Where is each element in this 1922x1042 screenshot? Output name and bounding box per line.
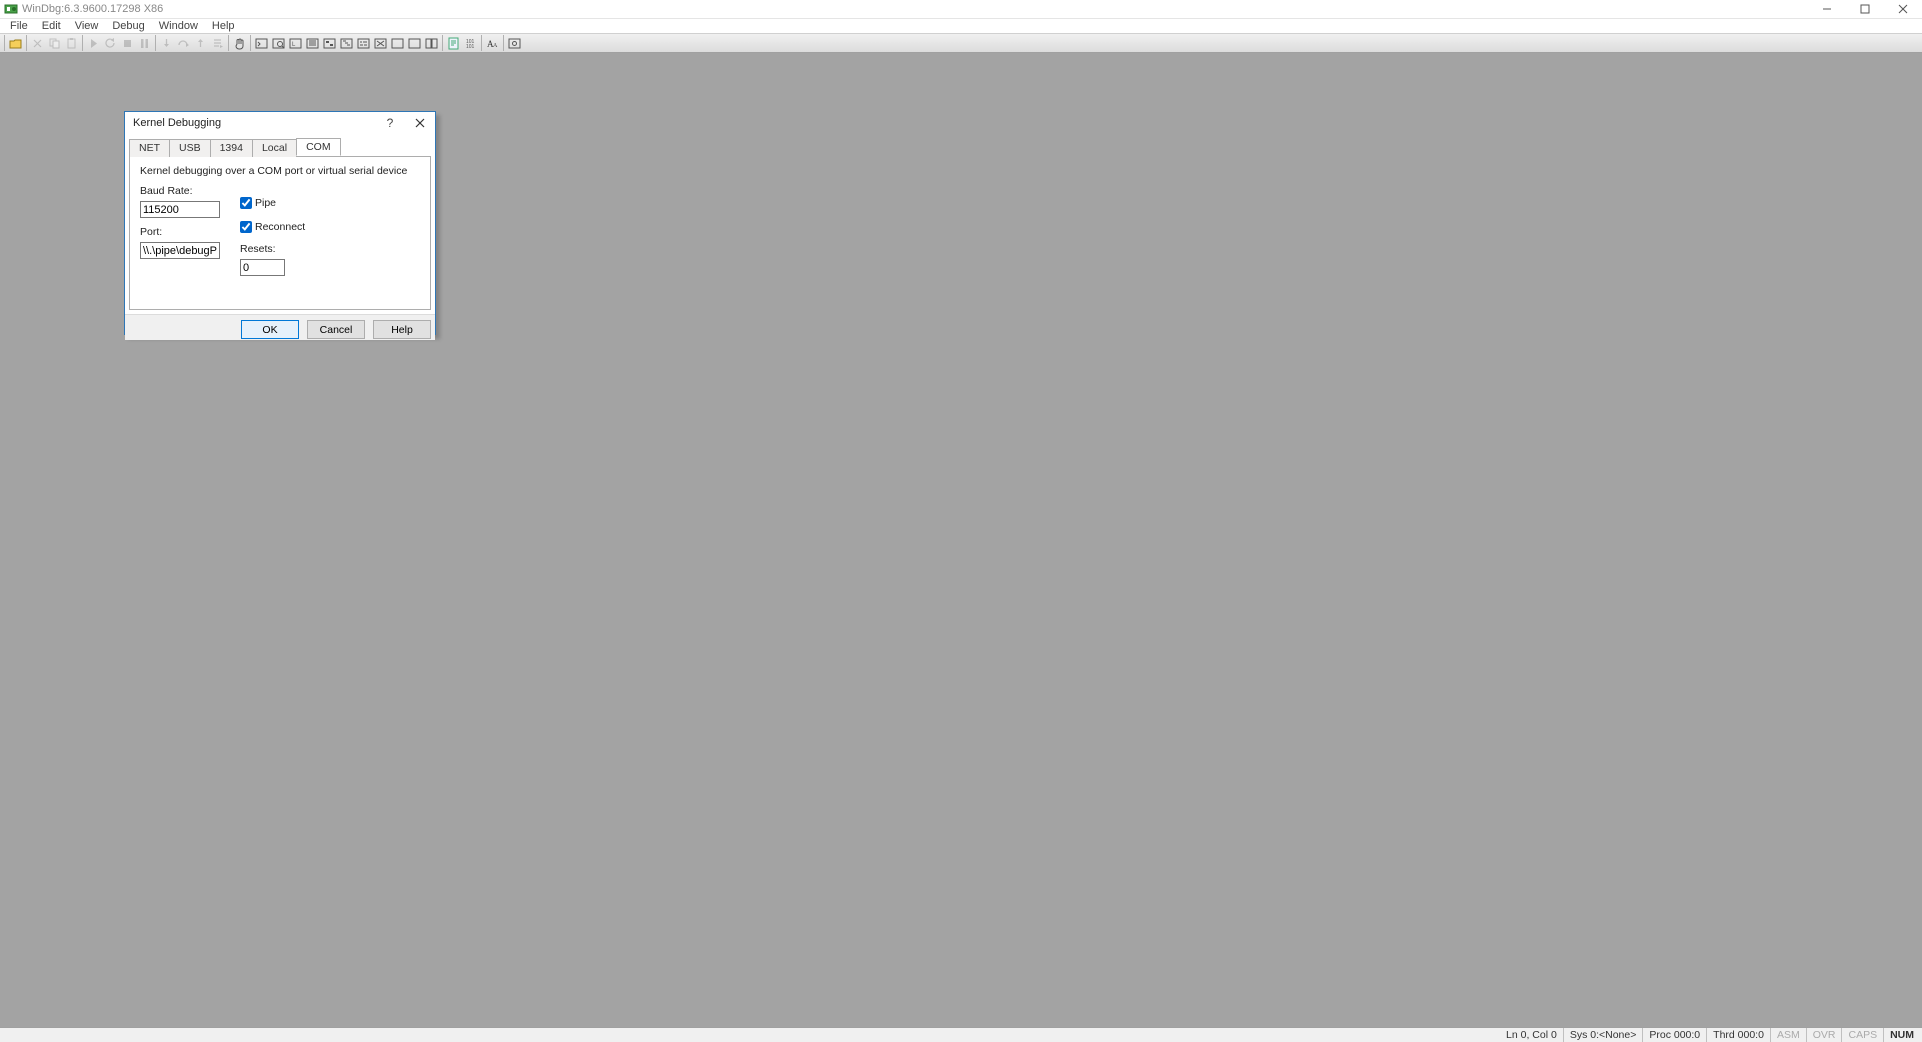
dialog-body: NET USB 1394 Local COM Kernel debugging …: [125, 138, 435, 314]
status-thrd: Thrd 000:0: [1706, 1028, 1770, 1042]
col-left: Baud Rate: Port:: [140, 185, 220, 276]
hand-icon[interactable]: [231, 35, 248, 52]
source-mode-icon[interactable]: [445, 35, 462, 52]
window-blank1-icon[interactable]: [389, 35, 406, 52]
menu-edit[interactable]: Edit: [36, 19, 67, 34]
tool-separator: [250, 35, 251, 51]
copy-icon: [46, 35, 63, 52]
tab-net[interactable]: NET: [129, 139, 170, 157]
tab-1394[interactable]: 1394: [210, 139, 253, 157]
reconnect-checkbox[interactable]: [240, 221, 252, 233]
restart-icon: [102, 35, 119, 52]
maximize-button[interactable]: [1846, 0, 1884, 19]
port-input[interactable]: [140, 242, 220, 259]
tool-separator: [155, 35, 156, 51]
close-button[interactable]: [1884, 0, 1922, 19]
step-out-icon: [192, 35, 209, 52]
tab-local[interactable]: Local: [252, 139, 297, 157]
port-label: Port:: [140, 226, 220, 238]
tab-usb[interactable]: USB: [169, 139, 211, 157]
run-to-cursor-icon: [209, 35, 226, 52]
baud-rate-label: Baud Rate:: [140, 185, 220, 197]
pipe-checkbox[interactable]: [240, 197, 252, 209]
window-blank2-icon[interactable]: [406, 35, 423, 52]
stop-icon: [119, 35, 136, 52]
cancel-button[interactable]: Cancel: [307, 320, 365, 339]
app-icon: [4, 2, 18, 16]
status-proc: Proc 000:0: [1642, 1028, 1706, 1042]
tool-separator: [228, 35, 229, 51]
dialog-button-row: OK Cancel Help: [125, 314, 435, 340]
tool-separator: [442, 35, 443, 51]
status-ln-col: Ln 0, Col 0: [1500, 1028, 1563, 1042]
title-bar: WinDbg:6.3.9600.17298 X86: [0, 0, 1922, 19]
form-row: Baud Rate: Port: Pipe Reconnect Resets:: [140, 185, 420, 276]
step-over-icon: [175, 35, 192, 52]
svg-text:101: 101: [466, 44, 475, 50]
status-bar: Ln 0, Col 0 Sys 0:<None> Proc 000:0 Thrd…: [0, 1027, 1922, 1042]
col-right: Pipe Reconnect Resets:: [240, 195, 305, 276]
dialog-title-controls: ?: [375, 112, 435, 134]
menu-view[interactable]: View: [69, 19, 105, 34]
window-controls: [1808, 0, 1922, 19]
locals-window-icon[interactable]: L: [287, 35, 304, 52]
toolbar: L 101101 AA: [0, 34, 1922, 53]
reconnect-checkbox-row[interactable]: Reconnect: [240, 221, 305, 233]
svg-text:A: A: [493, 43, 498, 49]
dialog-tabs: NET USB 1394 Local COM: [129, 138, 431, 156]
resets-label: Resets:: [240, 243, 305, 255]
dialog-title-text: Kernel Debugging: [133, 117, 221, 129]
status-sys: Sys 0:<None>: [1563, 1028, 1643, 1042]
tab-com[interactable]: COM: [296, 138, 341, 156]
tab-panel-com: Kernel debugging over a COM port or virt…: [129, 156, 431, 310]
memory-window-icon[interactable]: [321, 35, 338, 52]
status-caps: CAPS: [1841, 1028, 1883, 1042]
break-icon: [136, 35, 153, 52]
tool-separator: [481, 35, 482, 51]
tool-separator: [82, 35, 83, 51]
menu-file[interactable]: File: [4, 19, 34, 34]
tool-separator: [503, 35, 504, 51]
status-ovr: OVR: [1806, 1028, 1842, 1042]
options-icon[interactable]: [506, 35, 523, 52]
watch-window-icon[interactable]: [270, 35, 287, 52]
status-asm: ASM: [1770, 1028, 1806, 1042]
font-icon[interactable]: AA: [484, 35, 501, 52]
menu-debug[interactable]: Debug: [106, 19, 150, 34]
menu-help[interactable]: Help: [206, 19, 241, 34]
status-num: NUM: [1883, 1028, 1920, 1042]
reconnect-label: Reconnect: [255, 221, 305, 233]
kernel-debugging-dialog: Kernel Debugging ? NET USB 1394 Local CO…: [124, 111, 436, 335]
window-tile-icon[interactable]: [423, 35, 440, 52]
registers-window-icon[interactable]: [304, 35, 321, 52]
menu-window[interactable]: Window: [153, 19, 204, 34]
tab-description: Kernel debugging over a COM port or virt…: [140, 165, 420, 177]
tool-separator: [4, 35, 5, 51]
go-icon: [85, 35, 102, 52]
help-button[interactable]: Help: [373, 320, 431, 339]
command-window-icon[interactable]: [253, 35, 270, 52]
tool-separator: [26, 35, 27, 51]
dialog-help-icon[interactable]: ?: [375, 112, 405, 134]
svg-text:L: L: [292, 42, 296, 48]
step-into-icon: [158, 35, 175, 52]
baud-rate-input[interactable]: [140, 201, 220, 218]
dialog-close-icon[interactable]: [405, 112, 435, 134]
open-icon[interactable]: [7, 35, 24, 52]
menu-bar: File Edit View Debug Window Help: [0, 19, 1922, 34]
ok-button[interactable]: OK: [241, 320, 299, 339]
disasm-window-icon[interactable]: [355, 35, 372, 52]
scratch-window-icon[interactable]: [372, 35, 389, 52]
calls-window-icon[interactable]: [338, 35, 355, 52]
dialog-titlebar: Kernel Debugging ?: [125, 112, 435, 134]
binary-mode-icon[interactable]: 101101: [462, 35, 479, 52]
paste-icon: [63, 35, 80, 52]
window-title: WinDbg:6.3.9600.17298 X86: [22, 3, 163, 15]
cut-icon: [29, 35, 46, 52]
minimize-button[interactable]: [1808, 0, 1846, 19]
resets-input[interactable]: [240, 259, 285, 276]
pipe-checkbox-row[interactable]: Pipe: [240, 197, 305, 209]
pipe-label: Pipe: [255, 197, 276, 209]
